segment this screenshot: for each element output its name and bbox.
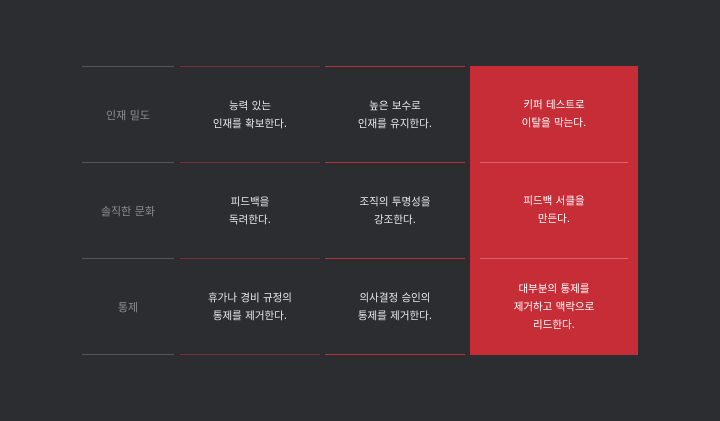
cell-r1-c1: 능력 있는 인재를 확보한다. <box>180 66 320 162</box>
cell-r1-c2: 높은 보수로 인재를 유지한다. <box>325 66 465 162</box>
cell-r2-c1: 피드백을 독려한다. <box>180 162 320 258</box>
cell-r3-c2: 의사결정 승인의 통제를 제거한다. <box>325 258 465 355</box>
cell-r3-c1: 휴가나 경비 규정의 통제를 제거한다. <box>180 258 320 355</box>
cell-r3-c3: 대부분의 통제를 제거하고 맥락으로 리드한다. <box>513 283 595 331</box>
row-label-control: 통제 <box>82 258 174 355</box>
cell-r1-c3: 키퍼 테스트로 이탈을 막는다. <box>480 66 628 163</box>
row-label-candor-culture: 솔직한 문화 <box>82 162 174 258</box>
cell-r2-c2: 조직의 투명성을 강조한다. <box>325 162 465 258</box>
row-label-talent-density: 인재 밀도 <box>82 66 174 162</box>
framework-diagram: 인재 밀도 솔직한 문화 통제 능력 있는 인재를 확보한다. 피드백을 독려한… <box>0 0 720 421</box>
cell-r2-c3: 피드백 서클을 만든다. <box>480 162 628 259</box>
